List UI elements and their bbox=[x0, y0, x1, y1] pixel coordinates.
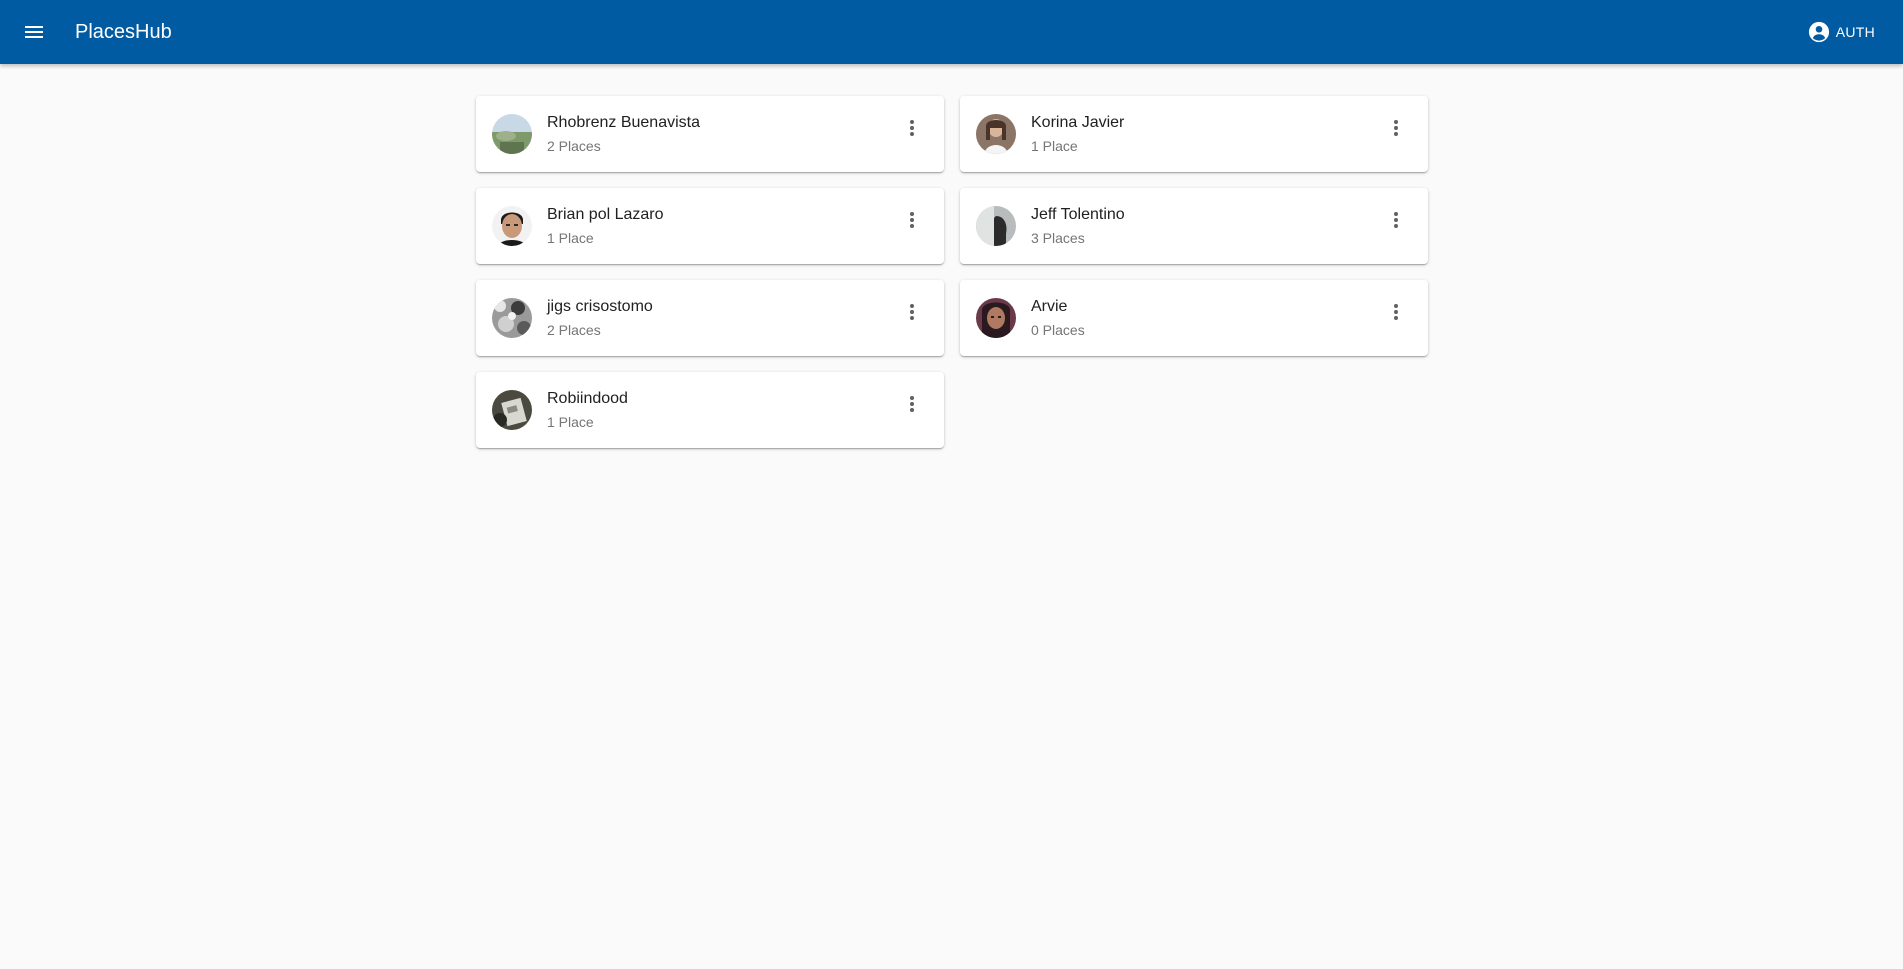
more-options-button[interactable] bbox=[900, 116, 924, 140]
place-count: 2 Places bbox=[547, 138, 601, 154]
more-options-button[interactable] bbox=[900, 300, 924, 324]
menu-icon bbox=[25, 26, 43, 38]
more-vert-icon bbox=[1394, 304, 1398, 320]
more-options-button[interactable] bbox=[900, 392, 924, 416]
place-count: 1 Place bbox=[547, 414, 594, 430]
user-name: Jeff Tolentino bbox=[1031, 206, 1125, 223]
avatar bbox=[492, 390, 532, 430]
more-options-button[interactable] bbox=[1384, 300, 1408, 324]
place-count: 0 Places bbox=[1031, 322, 1085, 338]
avatar bbox=[976, 298, 1016, 338]
user-name: Brian pol Lazaro bbox=[547, 206, 664, 223]
more-vert-icon bbox=[910, 396, 914, 412]
avatar bbox=[492, 206, 532, 246]
avatar bbox=[492, 298, 532, 338]
user-name: Robiindood bbox=[547, 390, 628, 407]
more-options-button[interactable] bbox=[1384, 208, 1408, 232]
user-card[interactable]: jigs crisostomo 2 Places bbox=[476, 280, 944, 356]
more-vert-icon bbox=[910, 212, 914, 228]
more-vert-icon bbox=[1394, 120, 1398, 136]
app-bar: PlacesHub AUTH bbox=[0, 0, 1903, 64]
place-count: 1 Place bbox=[547, 230, 594, 246]
user-card[interactable]: Jeff Tolentino 3 Places bbox=[960, 188, 1428, 264]
user-card[interactable]: Arvie 0 Places bbox=[960, 280, 1428, 356]
more-options-button[interactable] bbox=[1384, 116, 1408, 140]
avatar bbox=[976, 114, 1016, 154]
more-vert-icon bbox=[1394, 212, 1398, 228]
place-count: 2 Places bbox=[547, 322, 601, 338]
avatar bbox=[492, 114, 532, 154]
avatar bbox=[976, 206, 1016, 246]
more-vert-icon bbox=[910, 304, 914, 320]
user-name: jigs crisostomo bbox=[547, 298, 653, 315]
user-name: Korina Javier bbox=[1031, 114, 1125, 131]
user-card[interactable]: Korina Javier 1 Place bbox=[960, 96, 1428, 172]
menu-button[interactable] bbox=[22, 20, 46, 44]
user-name: Arvie bbox=[1031, 298, 1068, 315]
place-count: 1 Place bbox=[1031, 138, 1078, 154]
user-card[interactable]: Robiindood 1 Place bbox=[476, 372, 944, 448]
auth-label: AUTH bbox=[1835, 24, 1875, 40]
auth-button[interactable]: AUTH bbox=[1808, 19, 1875, 45]
more-vert-icon bbox=[910, 120, 914, 136]
place-count: 3 Places bbox=[1031, 230, 1085, 246]
user-grid: Rhobrenz Buenavista 2 Places Korina Javi… bbox=[476, 96, 1428, 448]
user-card[interactable]: Rhobrenz Buenavista 2 Places bbox=[476, 96, 944, 172]
app-title: PlacesHub bbox=[75, 21, 172, 43]
account-circle-icon bbox=[1808, 21, 1829, 43]
user-card[interactable]: Brian pol Lazaro 1 Place bbox=[476, 188, 944, 264]
more-options-button[interactable] bbox=[900, 208, 924, 232]
user-name: Rhobrenz Buenavista bbox=[547, 114, 700, 131]
